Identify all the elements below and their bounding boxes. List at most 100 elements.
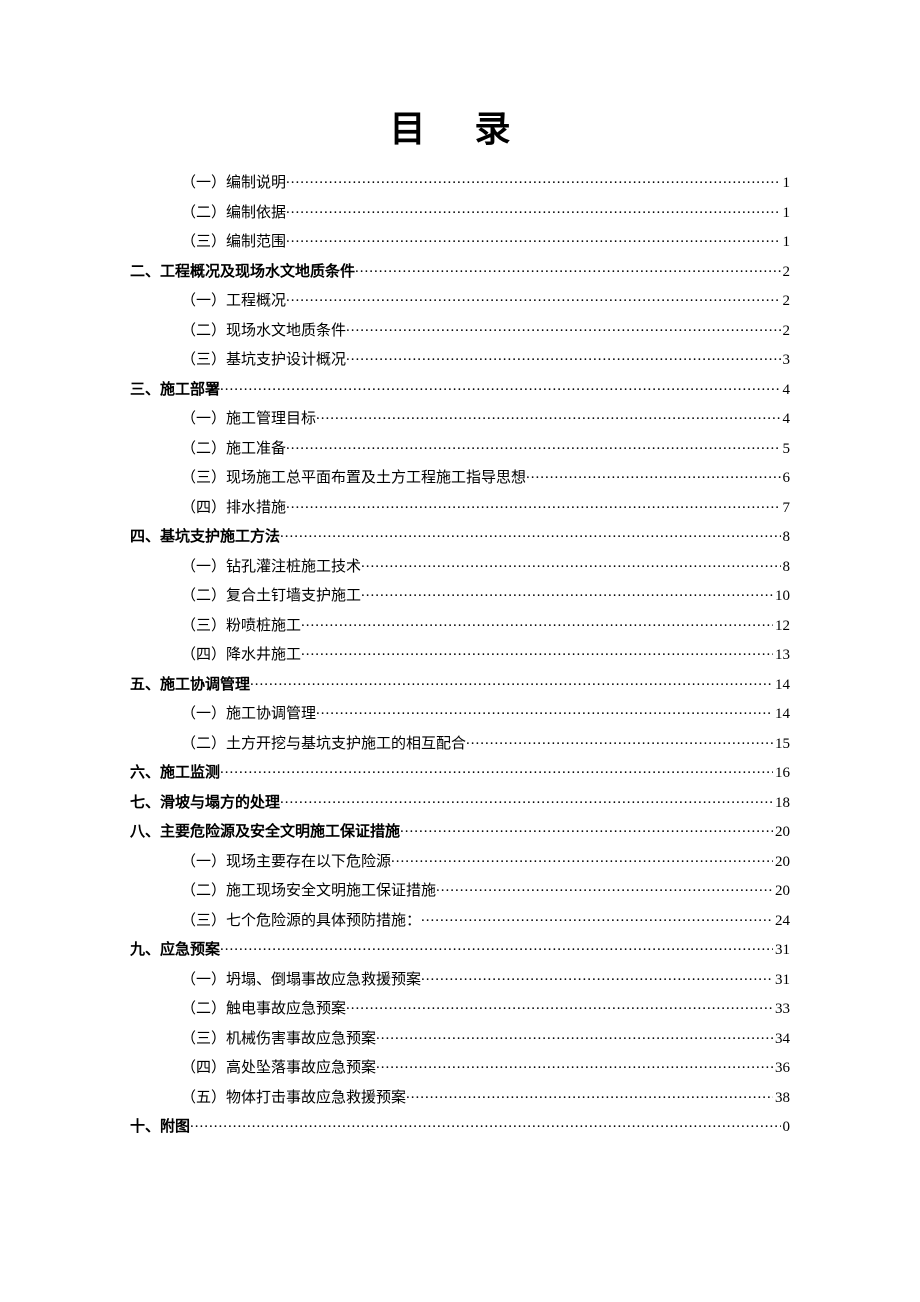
toc-entry-label: （四）降水井施工 xyxy=(130,648,301,663)
toc-leader-dots xyxy=(355,261,780,276)
toc-entry-page: 8 xyxy=(781,530,791,545)
toc-entry: （一）工程概况2 xyxy=(130,290,790,309)
toc-entry-label: （二）土方开挖与基坑支护施工的相互配合 xyxy=(130,737,466,752)
toc-entry-label: （三）基坑支护设计概况 xyxy=(130,353,346,368)
toc-entry-page: 15 xyxy=(773,737,790,752)
toc-entry: 七、滑坡与塌方的处理 18 xyxy=(130,792,790,811)
toc-leader-dots xyxy=(286,497,780,512)
toc-entry-page: 8 xyxy=(781,560,791,575)
toc-leader-dots xyxy=(421,969,773,984)
toc-entry-page: 1 xyxy=(781,235,791,250)
toc-entry-label: （一）施工协调管理 xyxy=(130,707,316,722)
toc-entry-label: （二）触电事故应急预案 xyxy=(130,1002,346,1017)
toc-entry-label: 三、施工部署 xyxy=(130,383,220,398)
toc-entry: （一）坍塌、倒塌事故应急救援预案 31 xyxy=(130,969,790,988)
toc-entry: 八、主要危险源及安全文明施工保证措施 20 xyxy=(130,821,790,840)
toc-entry-page: 31 xyxy=(773,943,790,958)
toc-leader-dots xyxy=(526,467,780,482)
toc-leader-dots xyxy=(361,585,773,600)
toc-entry-label: （二）施工现场安全文明施工保证措施 xyxy=(130,884,436,899)
toc-entry: 三、施工部署 4 xyxy=(130,379,790,398)
toc-leader-dots xyxy=(391,851,773,866)
toc-entry-page: 10 xyxy=(773,589,790,604)
toc-entry-label: （二）现场水文地质条件 xyxy=(130,324,346,339)
toc-entry: （一）施工管理目标4 xyxy=(130,408,790,427)
toc-leader-dots xyxy=(376,1028,773,1043)
toc-entry: 六、施工监测 16 xyxy=(130,762,790,781)
toc-entry: （二）复合土钉墙支护施工 10 xyxy=(130,585,790,604)
toc-entry: （四）排水措施7 xyxy=(130,497,790,516)
toc-entry: （一）现场主要存在以下危险源20 xyxy=(130,851,790,870)
toc-entry-page: 36 xyxy=(773,1061,790,1076)
toc-leader-dots xyxy=(286,202,780,217)
toc-entry-label: （二）复合土钉墙支护施工 xyxy=(130,589,361,604)
toc-entry-page: 12 xyxy=(773,619,790,634)
toc-entry: （二）现场水文地质条件 2 xyxy=(130,320,790,339)
toc-entry-page: 34 xyxy=(773,1032,790,1047)
toc-entry: （一）编制说明1 xyxy=(130,172,790,191)
toc-entry: （三）现场施工总平面布置及土方工程施工指导思想 6 xyxy=(130,467,790,486)
toc-entry: 九、应急预案 31 xyxy=(130,939,790,958)
toc-entry-page: 31 xyxy=(773,973,790,988)
toc-entry-label: （三）现场施工总平面布置及土方工程施工指导思想 xyxy=(130,471,526,486)
toc-entry-label: 八、主要危险源及安全文明施工保证措施 xyxy=(130,825,400,840)
toc-leader-dots xyxy=(286,231,780,246)
toc-leader-dots xyxy=(421,910,773,925)
toc-entry-page: 2 xyxy=(781,324,791,339)
toc-leader-dots xyxy=(376,1057,773,1072)
toc-entry: （四）降水井施工13 xyxy=(130,644,790,663)
toc-entry-page: 14 xyxy=(773,678,790,693)
toc-entry-label: （二）施工准备 xyxy=(130,442,286,457)
toc-leader-dots xyxy=(220,762,773,777)
toc-entry-page: 5 xyxy=(781,442,791,457)
toc-leader-dots xyxy=(466,733,773,748)
toc-leader-dots xyxy=(361,556,780,571)
toc-entry: （三）基坑支护设计概况 3 xyxy=(130,349,790,368)
toc-entry: （二）土方开挖与基坑支护施工的相互配合 15 xyxy=(130,733,790,752)
toc-leader-dots xyxy=(406,1087,773,1102)
toc-leader-dots xyxy=(346,320,780,335)
toc-title: 目 录 xyxy=(130,100,790,152)
toc-entry-page: 33 xyxy=(773,1002,790,1017)
toc-entry-label: 十、附图 xyxy=(130,1120,190,1135)
toc-entry-label: （一）施工管理目标 xyxy=(130,412,316,427)
toc-leader-dots xyxy=(280,526,780,541)
toc-entry-label: （四）排水措施 xyxy=(130,501,286,516)
toc-leader-dots xyxy=(301,644,773,659)
toc-entry: （二）施工准备 5 xyxy=(130,438,790,457)
toc-entry: （二）触电事故应急预案 33 xyxy=(130,998,790,1017)
toc-leader-dots xyxy=(316,703,773,718)
toc-entry: （一）钻孔灌注桩施工技术 8 xyxy=(130,556,790,575)
toc-leader-dots xyxy=(346,349,780,364)
toc-entry-label: 九、应急预案 xyxy=(130,943,220,958)
toc-entry: 二、工程概况及现场水文地质条件 2 xyxy=(130,261,790,280)
toc-entry: （三）七个危险源的具体预防措施：24 xyxy=(130,910,790,929)
toc-entry-label: （二）编制依据 xyxy=(130,206,286,221)
toc-entry-label: 七、滑坡与塌方的处理 xyxy=(130,796,280,811)
toc-leader-dots xyxy=(301,615,773,630)
toc-entry: 十、附图 0 xyxy=(130,1116,790,1135)
toc-leader-dots xyxy=(316,408,780,423)
toc-entry-label: （一）钻孔灌注桩施工技术 xyxy=(130,560,361,575)
toc-entry-label: （一）编制说明 xyxy=(130,176,286,191)
toc-entry-page: 3 xyxy=(781,353,791,368)
toc-entry-page: 2 xyxy=(781,265,791,280)
toc-entry-label: 二、工程概况及现场水文地质条件 xyxy=(130,265,355,280)
toc-entry: （三）粉喷桩施工12 xyxy=(130,615,790,634)
toc-entry: （二）施工现场安全文明施工保证措施 20 xyxy=(130,880,790,899)
toc-leader-dots xyxy=(286,290,780,305)
toc-entry-label: （三）七个危险源的具体预防措施： xyxy=(130,914,421,929)
toc-entry-label: （一）坍塌、倒塌事故应急救援预案 xyxy=(130,973,421,988)
toc-entry: 五、施工协调管理 14 xyxy=(130,674,790,693)
toc-entry: （二）编制依据1 xyxy=(130,202,790,221)
toc-entry-label: （五）物体打击事故应急救援预案 xyxy=(130,1091,406,1106)
toc-leader-dots xyxy=(346,998,773,1013)
toc-leader-dots xyxy=(286,438,780,453)
toc-entry: 四、基坑支护施工方法 8 xyxy=(130,526,790,545)
toc-entry-page: 20 xyxy=(773,884,790,899)
toc-entry-page: 6 xyxy=(781,471,791,486)
toc-entry: （一）施工协调管理14 xyxy=(130,703,790,722)
toc-leader-dots xyxy=(190,1116,780,1131)
toc-entry-page: 20 xyxy=(773,855,790,870)
toc-entry-label: 五、施工协调管理 xyxy=(130,678,250,693)
